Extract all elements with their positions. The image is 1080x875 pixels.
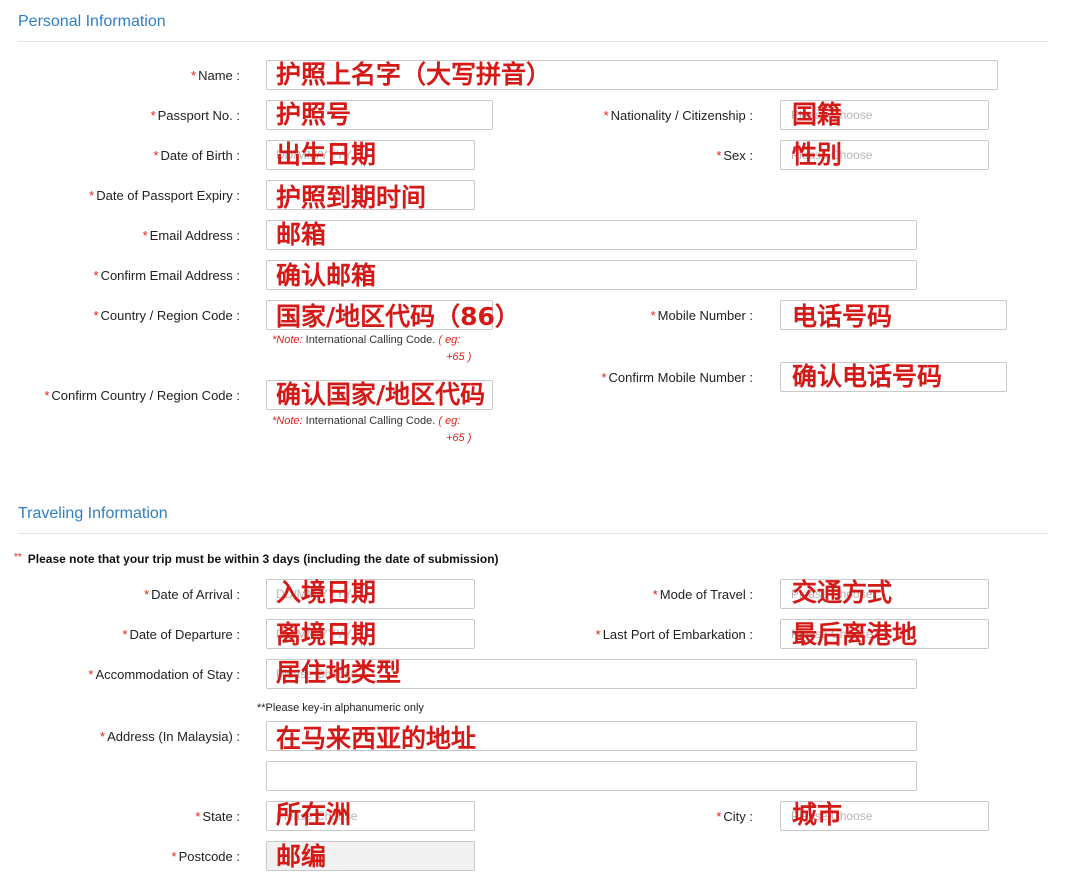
mode-label: * Mode of Travel : (652, 587, 753, 602)
expiry-label: * Date of Passport Expiry : (89, 188, 240, 203)
nationality-label: * Nationality / Citizenship : (603, 108, 753, 123)
passport-label: * Passport No. : (150, 108, 240, 123)
section-divider (18, 533, 1048, 534)
confirm-mobile-annotation: 确认电话号码 (792, 362, 943, 391)
travel-section-title: Traveling Information (18, 505, 168, 522)
mode-annotation: 交通方式 (792, 578, 893, 607)
country-code-note-example: +65 ) (446, 351, 472, 363)
confirm-country-code-label: * Confirm Country / Region Code : (44, 388, 240, 403)
postcode-annotation: 邮编 (276, 842, 327, 871)
name-label: * Name : (191, 68, 240, 83)
name-annotation: 护照上名字（大写拼音） (276, 60, 552, 89)
sex-annotation: 性别 (792, 140, 843, 169)
departure-label: * Date of Departure : (122, 627, 240, 642)
departure-annotation: 离境日期 (276, 620, 377, 649)
nationality-annotation: 国籍 (792, 100, 843, 129)
confirm-country-code-annotation: 确认国家/地区代码 (276, 380, 486, 409)
address-label: * Address (In Malaysia) : (100, 729, 240, 744)
alphanumeric-note: **Please key-in alphanumeric only (257, 702, 424, 714)
address-line2-input[interactable] (266, 761, 917, 791)
last-port-annotation: 最后离港地 (792, 620, 918, 649)
city-label: * City : (716, 809, 753, 824)
arrival-annotation: 入境日期 (276, 578, 377, 607)
accommodation-annotation: 居住地类型 (276, 658, 402, 687)
expiry-annotation: 护照到期时间 (276, 183, 427, 212)
personal-section-title: Personal Information (18, 13, 166, 30)
confirm-email-label: * Confirm Email Address : (93, 268, 241, 283)
section-divider (18, 41, 1048, 42)
confirm-country-code-note: *Note: International Calling Code. ( eg: (272, 415, 461, 427)
sex-label: * Sex : (716, 148, 753, 163)
country-code-label: * Country / Region Code : (93, 308, 240, 323)
address-annotation: 在马来西亚的地址 (276, 724, 477, 753)
email-annotation: 邮箱 (276, 220, 327, 249)
mobile-annotation: 电话号码 (792, 302, 893, 331)
dob-label: * Date of Birth : (153, 148, 240, 163)
mobile-label: * Mobile Number : (650, 308, 753, 323)
accommodation-label: * Accommodation of Stay : (88, 667, 240, 682)
email-label: * Email Address : (142, 228, 240, 243)
state-label: * State : (195, 809, 240, 824)
passport-annotation: 护照号 (276, 100, 352, 129)
country-code-annotation: 国家/地区代码（86） (276, 302, 520, 331)
arrival-label: * Date of Arrival : (144, 587, 240, 602)
postcode-label: * Postcode : (171, 849, 241, 864)
confirm-country-code-note-example: +65 ) (446, 432, 472, 444)
last-port-label: * Last Port of Embarkation : (595, 627, 753, 642)
email-input[interactable] (266, 220, 917, 250)
dob-annotation: 出生日期 (276, 140, 377, 169)
confirm-mobile-label: * Confirm Mobile Number : (601, 370, 753, 385)
state-annotation: 所在洲 (276, 800, 352, 829)
confirm-email-annotation: 确认邮箱 (276, 261, 377, 290)
city-annotation: 城市 (792, 800, 843, 829)
country-code-note: *Note: International Calling Code. ( eg: (272, 334, 461, 346)
trip-note: ** Please note that your trip must be wit… (14, 552, 499, 566)
